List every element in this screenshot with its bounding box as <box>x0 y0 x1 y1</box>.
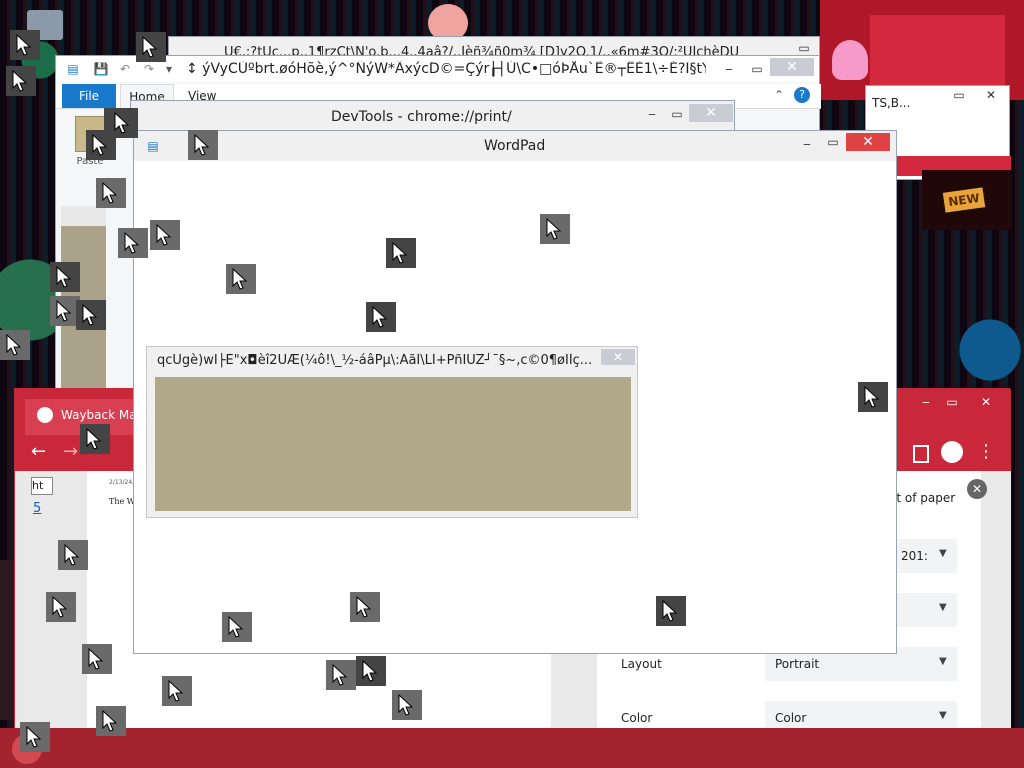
ruler <box>61 206 106 226</box>
mouse-pointer-icon <box>76 300 106 330</box>
devtools-window: DevTools - chrome://print/ ‒ ▭ ✕ <box>130 100 735 132</box>
address-text: ht <box>32 479 44 492</box>
minimize-button[interactable]: ‒ <box>794 135 820 153</box>
title-bar: ▤ 💾 ↶ ↷ ▾ ↕ ýVyCÙºbrt.øóHõè,ý^°ÑýW*ÄxýcD… <box>56 56 819 82</box>
maximize-button[interactable]: ▭ <box>820 133 846 151</box>
taskbar <box>0 728 1024 768</box>
desktop-jellyfish-icon <box>832 40 868 80</box>
page-link[interactable]: 5 <box>33 501 41 516</box>
forward-arrow-icon[interactable]: → <box>63 441 78 462</box>
help-icon[interactable]: ? <box>794 87 810 103</box>
mouse-pointer-icon <box>80 424 110 454</box>
tab-file[interactable]: File <box>62 84 116 108</box>
chevron-down-icon: ▼ <box>939 548 947 559</box>
ad-badge: NEW <box>942 187 986 213</box>
mouse-pointer-icon <box>366 302 396 332</box>
maximize-button[interactable]: ▭ <box>744 60 770 78</box>
layout-label: Layout <box>621 657 662 671</box>
mouse-pointer-icon <box>6 66 36 96</box>
close-button[interactable]: ✕ <box>846 133 890 151</box>
wordpad-title: WordPad <box>484 138 546 154</box>
chevron-down-icon: ▼ <box>939 656 947 667</box>
preview-text: The W <box>109 497 135 506</box>
collapse-ribbon-icon[interactable]: ⌃ <box>774 88 784 102</box>
layout-value: Portrait <box>775 657 820 671</box>
mouse-pointer-icon <box>222 612 252 642</box>
back-arrow-icon[interactable]: ← <box>31 441 46 462</box>
mouse-pointer-icon <box>188 130 218 160</box>
mouse-pointer-icon <box>96 706 126 736</box>
mouse-pointer-icon <box>82 644 112 674</box>
save-icon[interactable]: 💾 <box>88 60 114 78</box>
dialog-title: qcÜgè)wI├È"x◘èî2ÜÆ(¼ô!\_½-áâPµ\:ÁãÎ\LÌ+P… <box>157 353 593 368</box>
mouse-pointer-icon <box>540 214 570 244</box>
mouse-pointer-icon <box>58 540 88 570</box>
mouse-pointer-icon <box>386 238 416 268</box>
wordpad-ribbon-title: ↕ ýVyCÙºbrt.øóHõè,ý^°ÑýW*ÄxýcD©=Çýr┟┤Ù\C… <box>186 61 706 77</box>
mouse-pointer-icon <box>226 264 256 294</box>
close-button[interactable]: ✕ <box>601 349 635 365</box>
sheets-text: et of paper <box>889 491 956 505</box>
mouse-pointer-icon <box>46 592 76 622</box>
profile-avatar-icon[interactable] <box>941 441 963 463</box>
mouse-pointer-icon <box>392 690 422 720</box>
minimize-button[interactable]: ‒ <box>913 393 939 411</box>
mouse-pointer-icon <box>858 382 888 412</box>
color-value: Color <box>775 711 807 725</box>
globe-icon <box>37 407 53 423</box>
minimize-button[interactable]: ‒ <box>639 105 665 123</box>
mouse-pointer-icon <box>10 30 40 60</box>
dialog-content <box>155 377 631 511</box>
dialog-close-circle[interactable]: ✕ <box>967 479 987 499</box>
mouse-pointer-icon <box>150 220 180 250</box>
color-label: Color <box>621 711 653 725</box>
mouse-pointer-icon <box>356 656 386 686</box>
preview-date: 2/13/24, <box>109 479 135 486</box>
maximize-button[interactable]: ▭ <box>664 105 690 123</box>
undo-icon[interactable]: ↶ <box>112 60 138 78</box>
mouse-pointer-icon <box>118 228 148 258</box>
mouse-pointer-icon <box>96 178 126 208</box>
chevron-down-icon: ▼ <box>939 602 947 613</box>
pages-value: 201: <box>901 549 928 563</box>
maximize-button[interactable]: ▭ <box>946 86 972 104</box>
address-fragment[interactable]: ht <box>31 477 53 495</box>
wordpad-app-icon: ▤ <box>67 62 79 76</box>
mouse-pointer-icon <box>162 676 192 706</box>
fish-hook-ad[interactable]: NEW <box>922 170 1012 230</box>
browser-tab-title: Wayback Mac <box>61 408 144 422</box>
quick-access-menu-icon[interactable]: ▾ <box>156 60 182 78</box>
glitch-block <box>870 15 1005 95</box>
close-button[interactable]: ✕ <box>689 104 733 122</box>
close-button[interactable]: ✕ <box>973 393 999 411</box>
browser-menu-icon[interactable]: ⋮ <box>977 441 995 462</box>
mouse-pointer-icon <box>656 596 686 626</box>
mouse-pointer-icon <box>326 660 356 690</box>
title-bar: ▤ WordPad ‒ ▭ ✕ <box>134 131 896 161</box>
maximize-button[interactable]: ▭ <box>939 393 965 411</box>
message-dialog: qcÜgè)wI├È"x◘èî2ÜÆ(¼ô!\_½-áâPµ\:ÁãÎ\LÌ+P… <box>146 346 638 518</box>
devtools-title: DevTools - chrome://print/ <box>331 109 512 125</box>
mouse-pointer-icon <box>0 330 30 360</box>
mouse-pointer-icon <box>136 32 166 62</box>
mouse-pointer-icon <box>350 592 380 622</box>
color-select[interactable]: Color ▼ <box>765 701 957 729</box>
close-button[interactable]: ✕ <box>978 86 1004 104</box>
right-small-title: TS,B... <box>872 96 911 110</box>
mouse-pointer-icon <box>108 108 138 138</box>
minimize-button[interactable]: ‒ <box>716 60 742 78</box>
wordpad-app-icon: ▤ <box>147 139 159 153</box>
mouse-pointer-icon <box>20 722 50 752</box>
chevron-down-icon: ▼ <box>939 710 947 721</box>
mouse-pointer-icon <box>50 262 80 292</box>
close-button[interactable]: ✕ <box>770 58 814 76</box>
sidebar-toggle-icon[interactable] <box>913 445 929 463</box>
